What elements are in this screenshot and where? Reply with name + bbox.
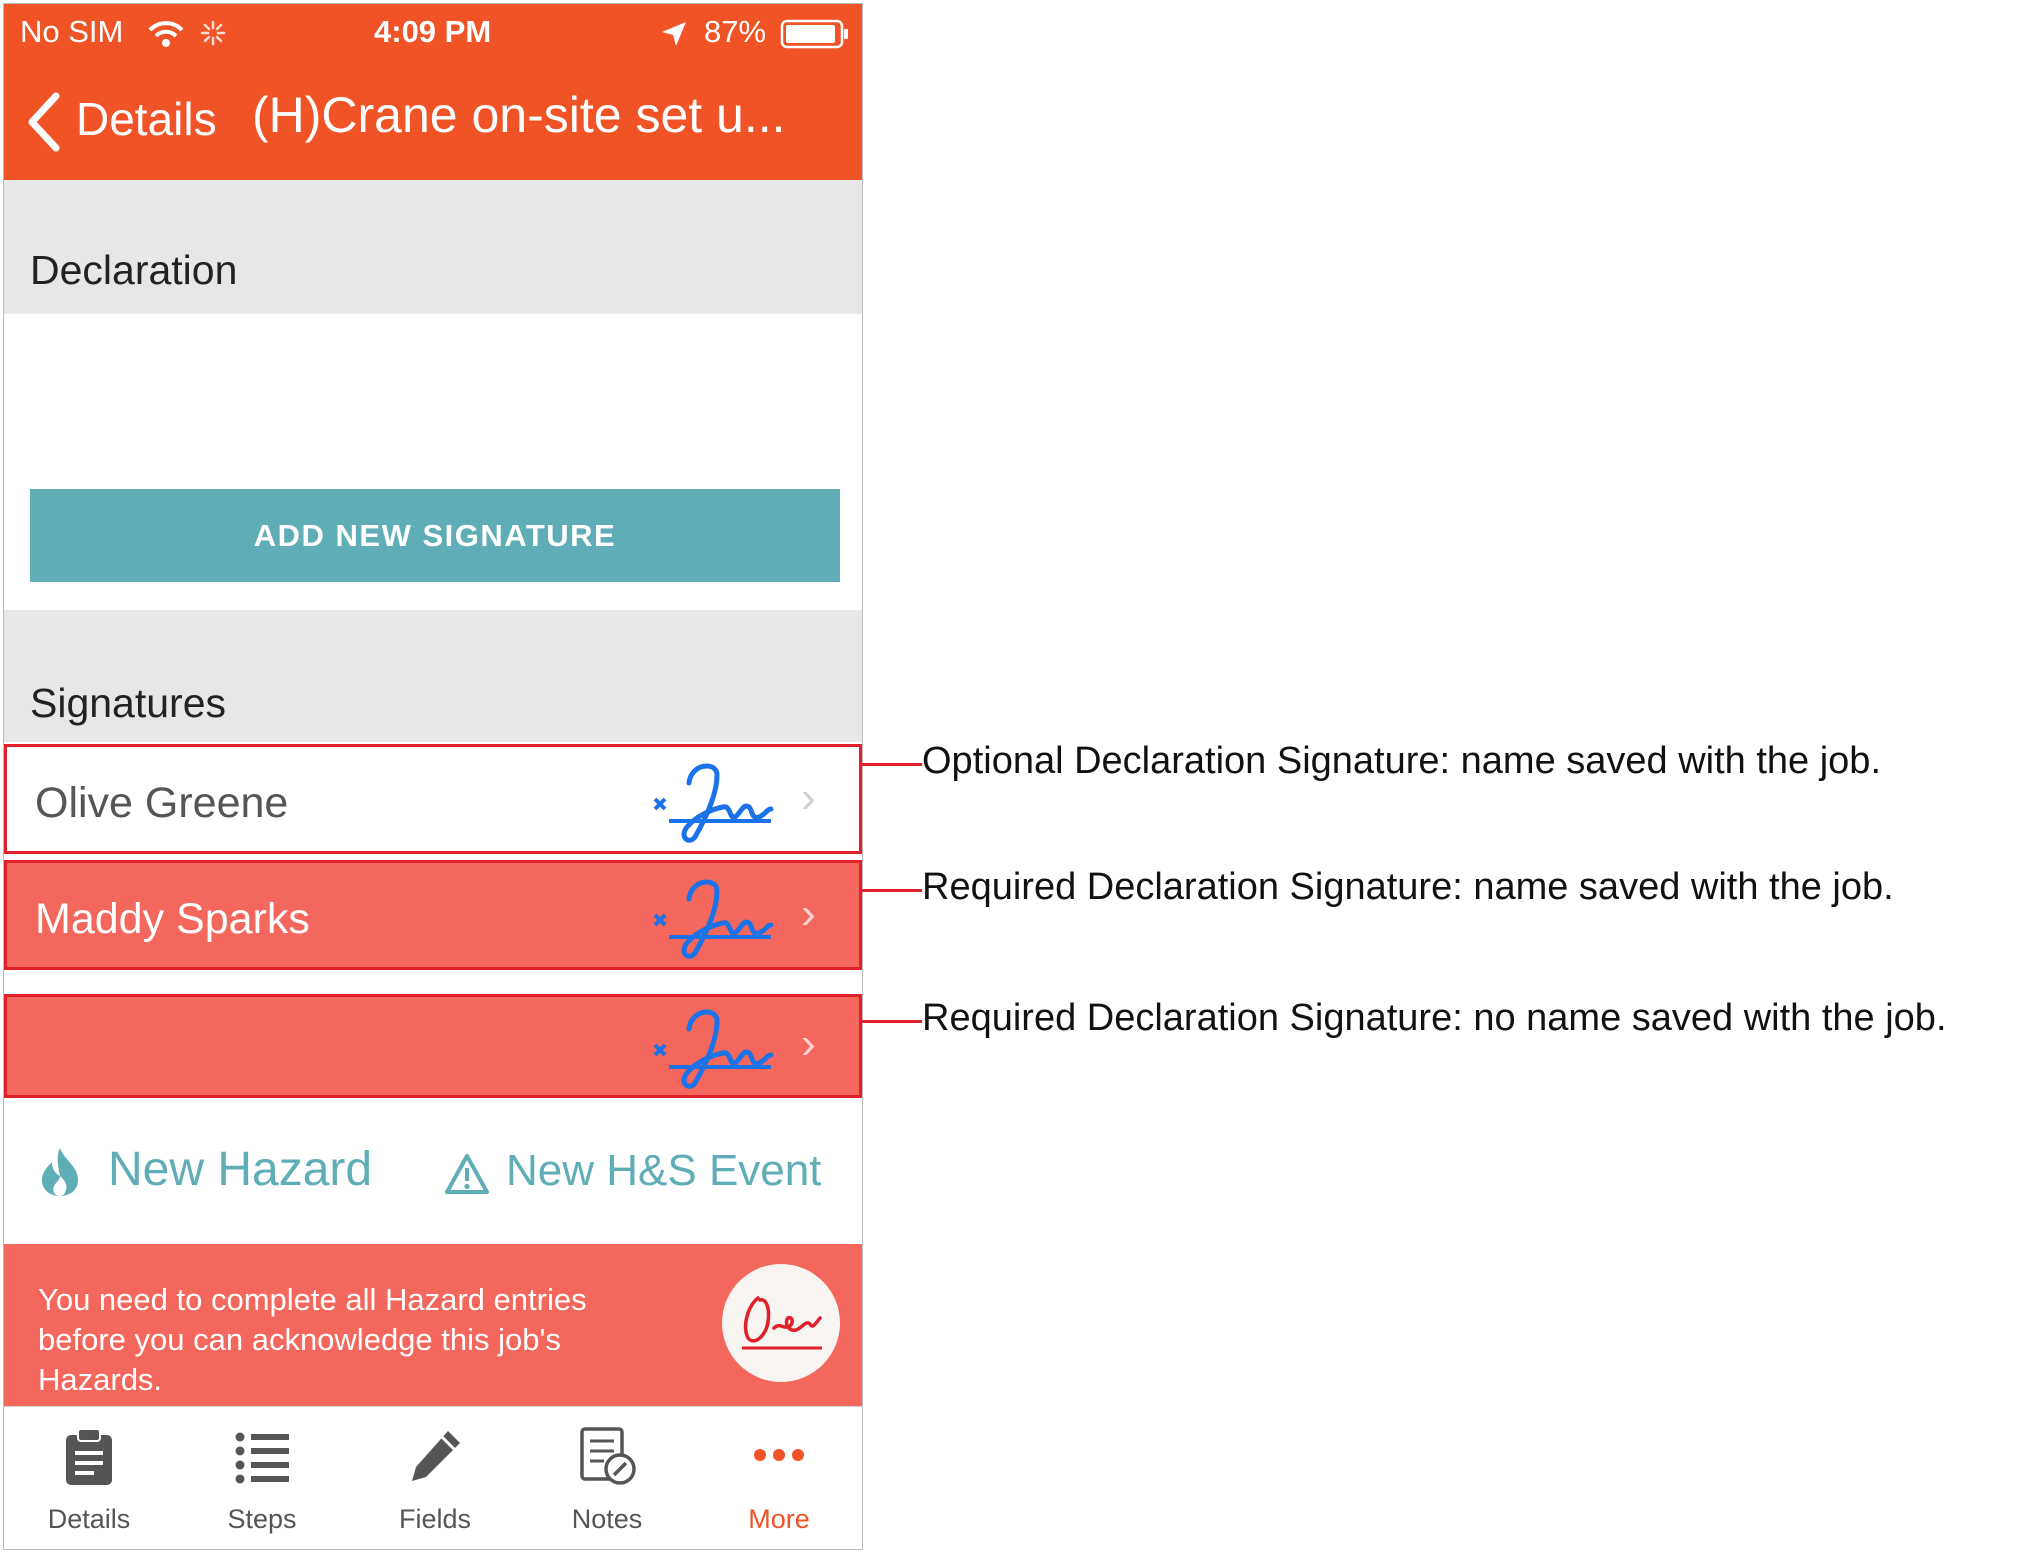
- tab-more[interactable]: More: [714, 1419, 844, 1544]
- carrier-label: No SIM: [20, 14, 124, 49]
- callout-line: [860, 1020, 922, 1023]
- tab-label: More: [748, 1504, 810, 1534]
- warning-icon: [445, 1154, 489, 1194]
- page-title: (H)Crane on-site set u...: [252, 87, 786, 143]
- hazard-warning-banner: You need to complete all Hazard entries …: [4, 1244, 862, 1406]
- signer-name: Olive Greene: [35, 779, 289, 827]
- signature-row-required-unnamed[interactable]: ›: [4, 994, 862, 1098]
- more-dots-icon: [754, 1449, 804, 1461]
- banner-text: You need to complete all Hazard entries …: [38, 1282, 587, 1397]
- tab-label: Fields: [398, 1504, 472, 1534]
- declaration-title: Declaration: [30, 247, 238, 293]
- list-icon: [235, 1432, 289, 1484]
- annotation-required-named: Required Declaration Signature: name sav…: [922, 866, 1894, 908]
- signature-icon: [653, 1009, 774, 1089]
- back-button[interactable]: Details: [18, 88, 228, 158]
- signature-row-required-named[interactable]: Maddy Sparks ›: [4, 860, 862, 970]
- signature-pen-icon: [742, 1296, 822, 1350]
- signer-name: Maddy Sparks: [35, 895, 310, 943]
- add-new-signature-button[interactable]: ADD NEW SIGNATURE: [30, 489, 840, 582]
- pencil-icon: [412, 1431, 460, 1481]
- chevron-right-icon: ›: [801, 773, 816, 822]
- tab-notes[interactable]: Notes: [542, 1419, 672, 1544]
- activity-spinner-icon: [200, 20, 226, 46]
- notes-icon: [580, 1427, 636, 1485]
- chevron-right-icon: ›: [801, 1019, 816, 1068]
- tab-label: Details: [47, 1504, 131, 1534]
- callout-line: [860, 889, 922, 892]
- new-hazard-label: New Hazard: [108, 1143, 373, 1196]
- battery-icon: [780, 19, 848, 49]
- flame-icon: [42, 1148, 78, 1196]
- signature-icon: [653, 763, 774, 843]
- phone-screen: No SIM 4:09 PM 87% Details (H)Crane on-s…: [3, 3, 863, 1550]
- back-label: Details: [76, 93, 217, 145]
- battery-percent: 87%: [704, 14, 767, 49]
- new-hazard-button[interactable]: New Hazard: [34, 1134, 404, 1214]
- location-arrow-icon: [662, 22, 686, 46]
- wifi-icon: [148, 21, 184, 47]
- acknowledge-sign-button[interactable]: [722, 1264, 840, 1382]
- status-time: 4:09 PM: [374, 14, 492, 49]
- tab-label: Steps: [227, 1504, 297, 1534]
- tab-label: Notes: [571, 1504, 643, 1534]
- new-hs-event-label: New H&S Event: [506, 1146, 822, 1195]
- signature-row-optional[interactable]: Olive Greene ›: [4, 744, 862, 854]
- new-hs-event-button[interactable]: New H&S Event: [440, 1140, 840, 1212]
- tab-steps[interactable]: Steps: [197, 1419, 327, 1544]
- callout-line: [860, 763, 922, 766]
- signature-icon: [653, 879, 774, 959]
- chevron-left-icon: [28, 92, 60, 152]
- annotation-required-unnamed: Required Declaration Signature: no name …: [922, 997, 1947, 1039]
- clipboard-icon: [66, 1428, 112, 1485]
- chevron-right-icon: ›: [801, 889, 816, 938]
- annotation-optional: Optional Declaration Signature: name sav…: [922, 740, 1881, 782]
- tab-details[interactable]: Details: [24, 1419, 154, 1544]
- tab-fields[interactable]: Fields: [370, 1419, 500, 1544]
- signatures-title: Signatures: [30, 680, 227, 726]
